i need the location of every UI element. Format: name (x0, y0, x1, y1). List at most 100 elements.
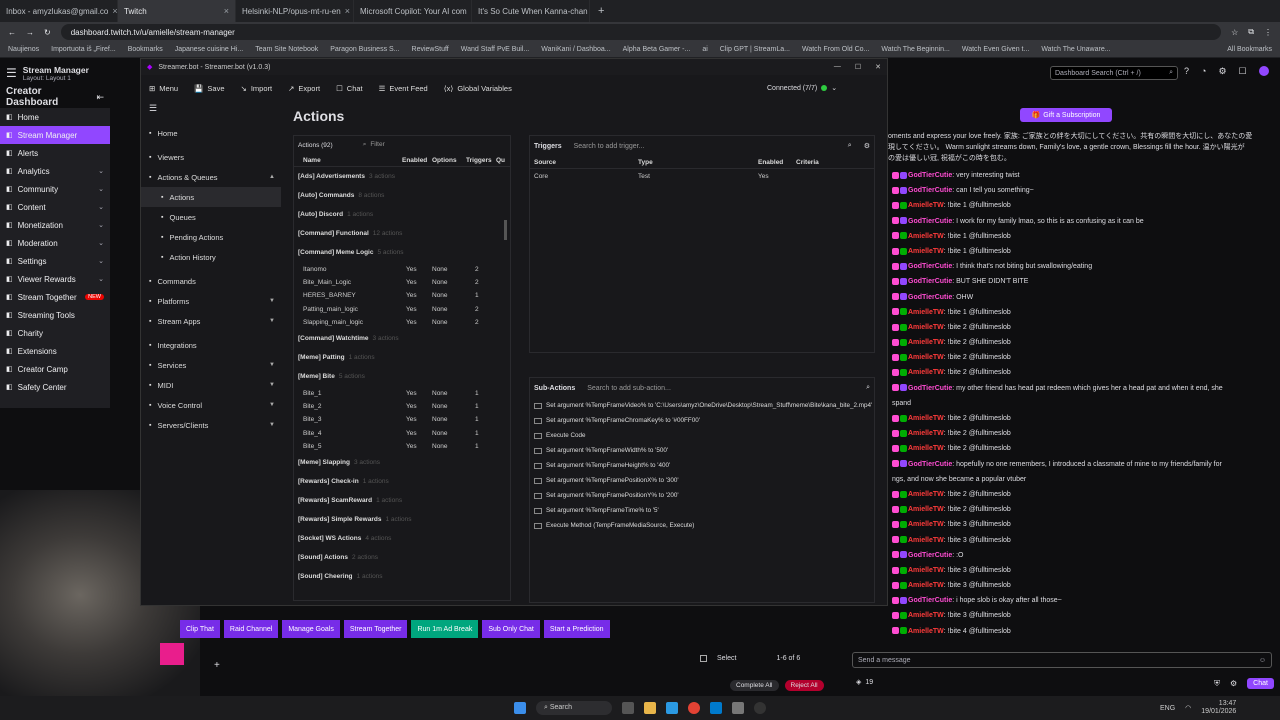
sb-nav-viewers[interactable]: ▪ Viewers (141, 147, 281, 167)
sb-nav-action-history[interactable]: ▪ Action History (141, 247, 281, 267)
nav-item-home[interactable]: ◧ Home (0, 108, 110, 126)
chat-send-button[interactable]: Chat (1247, 678, 1274, 689)
gift-subscription-button[interactable]: 🎁 Gift a Subscription (1020, 108, 1112, 122)
subaction-row[interactable]: Set argument %TempFramePositionY% to '20… (530, 488, 874, 503)
chat-username[interactable]: AmielleTW (908, 628, 944, 635)
action-group[interactable]: [Rewards] Check-in 1 actions (298, 472, 510, 491)
subaction-row[interactable]: Execute Method (TempFrameMediaSource, Ex… (530, 518, 874, 533)
chat-input[interactable]: Send a message ☺ (852, 652, 1272, 668)
chat-username[interactable]: AmielleTW (908, 248, 944, 255)
nav-item-stream-together[interactable]: ◧ Stream Together NEW (0, 288, 110, 306)
browser-tab[interactable]: Inbox - amyzlukas@gmail.co × (0, 0, 118, 22)
bookmark-star-icon[interactable]: ☆ (1231, 28, 1238, 37)
subaction-row[interactable]: Set argument %TempFrameTime% to '5' (530, 503, 874, 518)
sb-nav-actions-queues[interactable]: ▪ Actions & Queues ▲ (141, 167, 281, 187)
trigger-row[interactable]: Core Test Yes (530, 169, 874, 182)
menu-global-variables[interactable]: ⟨x⟩ Global Variables (444, 84, 512, 93)
browser-tab[interactable]: It's So Cute When Kanna-chan× (472, 0, 590, 22)
bookmark-item[interactable]: Watch Even Given t... (962, 46, 1029, 53)
select-checkbox[interactable] (700, 655, 707, 662)
trigger-search-field[interactable]: Search to add trigger... (574, 143, 645, 150)
chat-username[interactable]: AmielleTW (908, 202, 944, 209)
help-icon[interactable]: ? (1184, 66, 1189, 77)
trigger-column-header[interactable]: Enabled (754, 159, 792, 166)
action-group[interactable]: [Socket] WS Actions 4 actions (298, 529, 510, 548)
chat-username[interactable]: AmielleTW (908, 354, 944, 361)
bookmark-item[interactable]: Watch From Old Co... (802, 46, 869, 53)
nav-item-community[interactable]: ◧ Community ⌄ (0, 180, 110, 198)
nav-item-alerts[interactable]: ◧ Alerts (0, 144, 110, 162)
quick-action-manage-goals[interactable]: Manage Goals (282, 620, 340, 638)
action-group[interactable]: [Command] Watchtime 3 actions (298, 329, 510, 348)
bookmark-item[interactable]: Team Site Notebook (255, 46, 318, 53)
close-tab-icon[interactable]: × (112, 6, 117, 16)
close-tab-icon[interactable]: × (224, 6, 229, 16)
chat-username[interactable]: AmielleTW (908, 233, 944, 240)
chat-username[interactable]: AmielleTW (908, 491, 944, 498)
dashboard-search-input[interactable]: Dashboard Search (Ctrl + /) ⌕ (1050, 66, 1178, 80)
action-group[interactable]: [Command] Meme Logic 5 actions (298, 243, 510, 262)
chat-username[interactable]: AmielleTW (908, 309, 944, 316)
nav-item-analytics[interactable]: ◧ Analytics ⌄ (0, 162, 110, 180)
sb-nav-integrations[interactable]: ▪ Integrations (141, 335, 281, 355)
chat-username[interactable]: GodTierCutie (908, 218, 952, 225)
bookmark-item[interactable]: All Bookmarks (1227, 46, 1272, 53)
menu-export[interactable]: ↗ Export (288, 84, 320, 93)
action-row[interactable]: Bite_1 Yes None 1 (298, 386, 510, 399)
chat-username[interactable]: AmielleTW (908, 445, 944, 452)
url-field[interactable]: dashboard.twitch.tv/u/amielle/stream-man… (60, 24, 1222, 40)
nav-item-streaming-tools[interactable]: ◧ Streaming Tools (0, 306, 110, 324)
action-group[interactable]: [Auto] Commands 8 actions (298, 186, 510, 205)
subaction-search-field[interactable]: Search to add sub-action... (587, 385, 671, 392)
bookmark-item[interactable]: ai (702, 46, 707, 53)
new-tab-icon[interactable]: + (590, 5, 612, 17)
action-group[interactable]: [Meme] Slapping 3 actions (298, 453, 510, 472)
nav-item-creator-camp[interactable]: ◧ Creator Camp (0, 360, 110, 378)
connection-status[interactable]: Connected (7/7) ⌄ (767, 77, 837, 99)
back-icon[interactable]: ← (8, 28, 16, 37)
sb-nav-home[interactable]: ▪ Home (141, 123, 281, 143)
chat-username[interactable]: AmielleTW (908, 369, 944, 376)
bookmark-item[interactable]: Watch The Beginnin... (881, 46, 949, 53)
trigger-column-header[interactable]: Type (634, 159, 754, 166)
bookmark-item[interactable]: WaniKani / Dashboa... (541, 46, 610, 53)
chat-username[interactable]: AmielleTW (908, 415, 944, 422)
menu-save[interactable]: 💾 Save (194, 84, 224, 93)
browser-menu-icon[interactable]: ⋮ (1264, 28, 1272, 37)
chat-username[interactable]: GodTierCutie (908, 278, 952, 285)
explorer-icon[interactable] (644, 702, 657, 714)
bookmark-item[interactable]: Bookmarks (128, 46, 163, 53)
emote-icon[interactable]: ☺ (1259, 657, 1266, 664)
search-icon[interactable]: ⌕ (866, 384, 870, 392)
reject-all-button[interactable]: Reject All (784, 680, 824, 691)
sb-nav-commands[interactable]: ▪ Commands (141, 271, 281, 291)
bookmark-item[interactable]: Japanese cuisine Hi... (175, 46, 243, 53)
menu-chat[interactable]: ☐ Chat (336, 84, 363, 93)
action-row[interactable]: Slapping_main_logic Yes None 2 (298, 316, 510, 329)
bookmark-item[interactable]: Clip GPT | StreamLa... (720, 46, 790, 53)
nav-item-charity[interactable]: ◧ Charity (0, 324, 110, 342)
forward-icon[interactable]: → (26, 28, 34, 37)
sb-nav-midi[interactable]: ▪ MIDI ▼ (141, 375, 281, 395)
action-row[interactable]: Patting_main_logic Yes None 2 (298, 303, 510, 316)
gear-icon[interactable]: ⚙ (1230, 679, 1237, 688)
chat-username[interactable]: AmielleTW (908, 582, 944, 589)
column-header[interactable]: Options (432, 157, 466, 164)
sb-nav-platforms[interactable]: ▪ Platforms ▼ (141, 291, 281, 311)
chat-username[interactable]: AmielleTW (908, 430, 944, 437)
close-tab-icon[interactable]: × (345, 6, 350, 16)
nav-item-extensions[interactable]: ◧ Extensions (0, 342, 110, 360)
taskbar-search[interactable]: ⌕ Search (535, 701, 613, 715)
menu-menu[interactable]: ⊞ Menu (149, 84, 178, 93)
nav-item-stream-manager[interactable]: ◧ Stream Manager (0, 126, 110, 144)
chat-username[interactable]: AmielleTW (908, 339, 944, 346)
notifications-icon[interactable]: ◔ (1201, 66, 1206, 77)
menu-import[interactable]: ↘ Import (241, 84, 273, 93)
layout-label[interactable]: Layout: Layout 1 (23, 75, 89, 82)
browser-tab[interactable]: Microsoft Copilot: Your AI com× (354, 0, 472, 22)
trigger-column-header[interactable]: Source (530, 159, 634, 166)
action-group[interactable]: [Rewards] Simple Rewards 1 actions (298, 510, 510, 529)
chat-username[interactable]: GodTierCutie (908, 597, 952, 604)
chat-username[interactable]: GodTierCutie (908, 294, 952, 301)
scrollbar[interactable] (504, 220, 507, 240)
